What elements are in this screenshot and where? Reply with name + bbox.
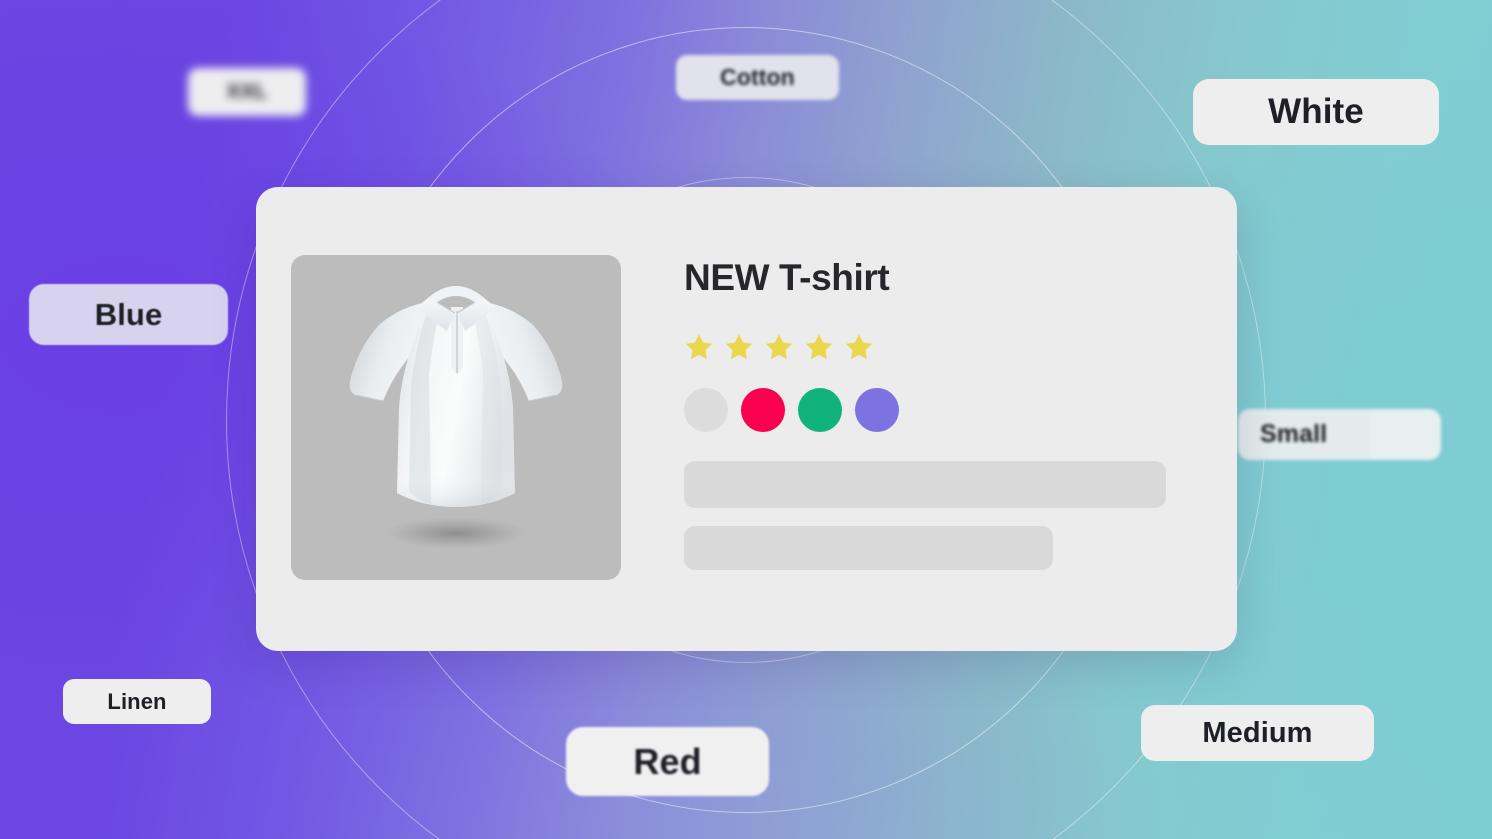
tag-white[interactable]: White <box>1193 79 1439 145</box>
polo-shirt-image <box>349 286 563 549</box>
tag-linen[interactable]: Linen <box>63 679 211 724</box>
product-image-container[interactable] <box>291 255 621 580</box>
color-swatch-group <box>684 388 1237 432</box>
product-title: NEW T-shirt <box>684 257 890 298</box>
color-swatch-white[interactable] <box>684 388 728 432</box>
star-rating[interactable] <box>684 332 1237 362</box>
tag-small[interactable]: Small <box>1238 409 1441 460</box>
star-icon <box>766 334 792 360</box>
placeholder-bar-2 <box>684 526 1053 570</box>
star-icon <box>846 334 872 360</box>
description-placeholders <box>684 461 1237 570</box>
tag-red[interactable]: Red <box>566 727 769 796</box>
star-icon <box>806 334 832 360</box>
color-swatch-green[interactable] <box>798 388 842 432</box>
color-swatch-red[interactable] <box>741 388 785 432</box>
product-info: NEW T-shirt <box>621 255 1237 651</box>
product-card: NEW T-shirt <box>256 187 1237 651</box>
tag-cotton[interactable]: Cotton <box>676 55 839 100</box>
color-swatch-purple[interactable] <box>855 388 899 432</box>
placeholder-bar-1 <box>684 461 1166 508</box>
star-icon <box>726 334 752 360</box>
tag-xxl[interactable]: XXL <box>188 68 306 116</box>
tag-medium[interactable]: Medium <box>1141 705 1374 761</box>
tag-blue[interactable]: Blue <box>29 284 228 345</box>
star-icon <box>686 334 712 360</box>
